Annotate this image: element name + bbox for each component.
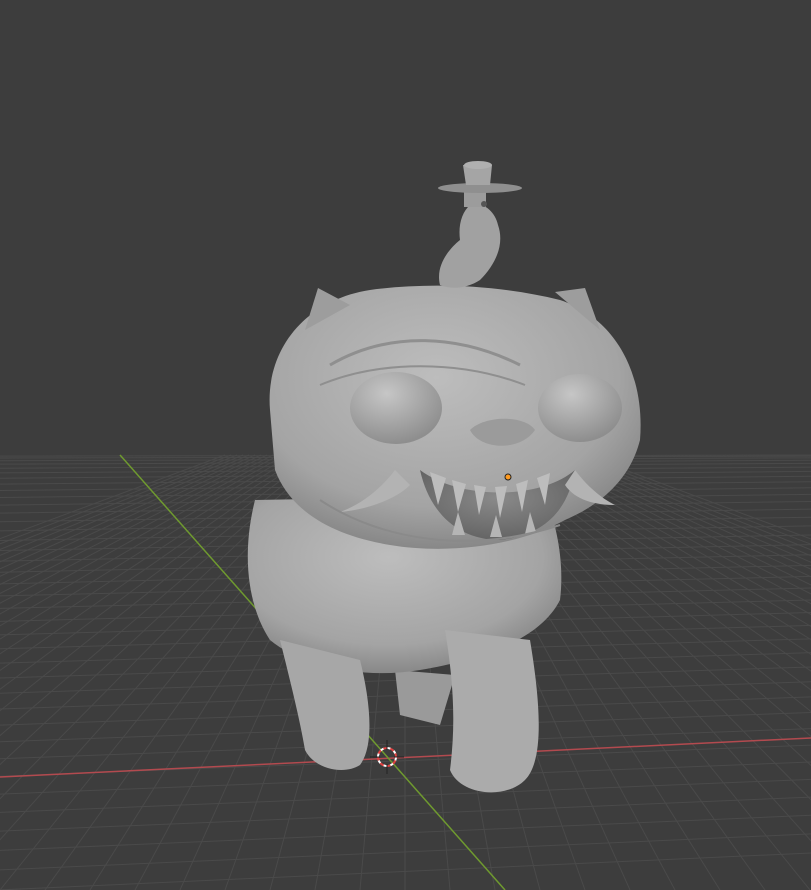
object-origin-icon[interactable] (504, 473, 512, 481)
grid-line (536, 454, 811, 595)
right-eye (538, 374, 622, 442)
grid-line (530, 454, 811, 605)
grid-line (0, 454, 274, 594)
3d-viewport[interactable] (0, 0, 811, 890)
grid-line (0, 454, 280, 604)
sculpted-cat-monster-mesh[interactable] (247, 161, 641, 793)
grid-line (524, 454, 811, 616)
grid-line (0, 454, 256, 570)
viewport-canvas[interactable] (0, 0, 811, 890)
left-eye (350, 372, 442, 444)
